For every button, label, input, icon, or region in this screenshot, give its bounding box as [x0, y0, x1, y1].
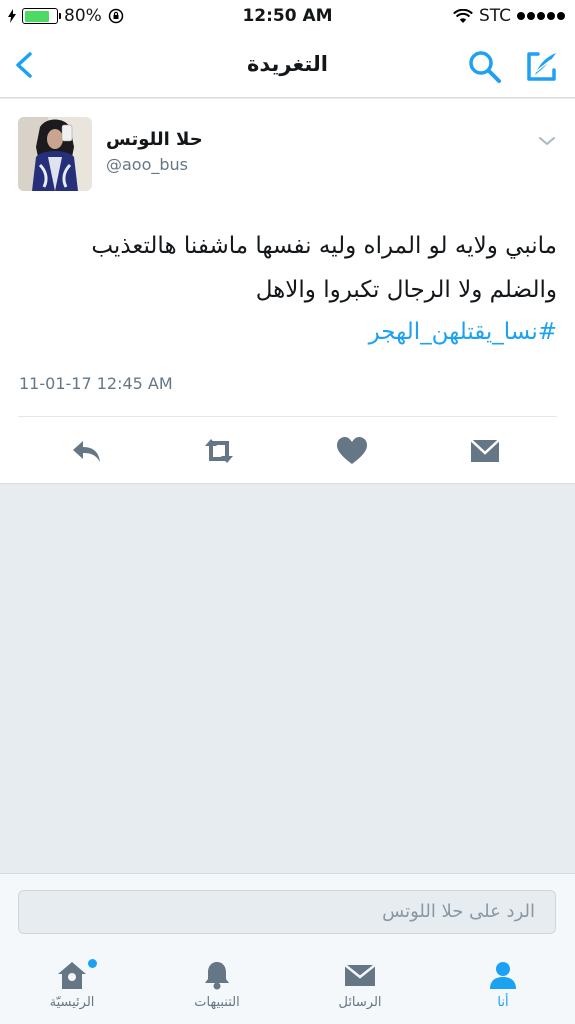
envelope-icon [344, 964, 376, 986]
status-right: STC [453, 6, 565, 26]
tab-me[interactable]: أنا [448, 959, 558, 1010]
avatar[interactable] [18, 117, 92, 191]
carrier-name: STC [478, 6, 511, 26]
tweet-timestamp: 11-01-17 12:45 AM [19, 374, 173, 393]
chevron-down-icon[interactable] [536, 133, 558, 149]
nav-bar: التغريدة [0, 34, 575, 98]
compose-tweet-icon[interactable] [524, 48, 560, 84]
tab-label: الرسائل [338, 995, 382, 1010]
bell-icon [205, 962, 229, 990]
tweet-text-line: مانبي ولايه لو المراه وليه نفسها ماشفنا … [91, 233, 557, 259]
tweet-detail: حلا اللوتس @aoo_bus مانبي ولايه لو المرا… [0, 99, 575, 484]
tweet-text-line: والضلم ولا الرجال تكبروا والاهل [255, 277, 557, 303]
wifi-icon [453, 8, 473, 23]
search-icon[interactable] [468, 50, 502, 84]
tab-label: التنبيهات [194, 995, 240, 1010]
tweet-text: مانبي ولايه لو المراه وليه نفسها ماشفنا … [17, 224, 557, 312]
divider [18, 416, 557, 417]
reply-input[interactable]: الرد على حلا اللوتس [18, 890, 556, 934]
retweet-icon[interactable] [201, 435, 237, 467]
like-icon[interactable] [334, 435, 370, 467]
notification-dot [88, 959, 97, 968]
signal-strength-icon [517, 12, 565, 20]
tab-label: أنا [497, 995, 509, 1010]
person-icon [490, 962, 516, 989]
home-icon [58, 962, 86, 989]
reply-icon[interactable] [69, 435, 105, 467]
direct-message-icon[interactable] [467, 435, 503, 467]
reply-bar: الرد على حلا اللوتس [0, 873, 575, 943]
tab-bar: الرئيسيّة التنبيهات الرسائل أنا [0, 943, 575, 1024]
tab-label: الرئيسيّة [49, 995, 95, 1010]
tab-messages[interactable]: الرسائل [305, 959, 415, 1010]
author-name[interactable]: حلا اللوتس [106, 129, 203, 150]
status-bar: 80% 12:50 AM STC [0, 0, 575, 34]
tab-home[interactable]: الرئيسيّة [17, 959, 127, 1010]
hashtag-link[interactable]: #نسا_يقتلهن_الهجر [369, 312, 557, 352]
tab-notifications[interactable]: التنبيهات [162, 959, 272, 1010]
author-handle[interactable]: @aoo_bus [106, 155, 188, 174]
